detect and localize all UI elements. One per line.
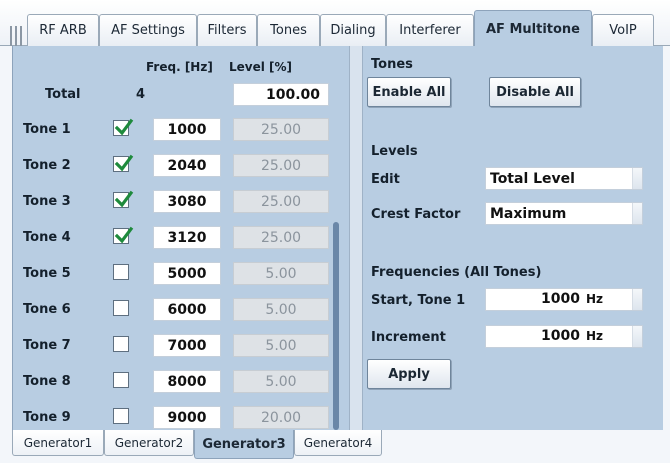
increment-label: Increment [371,330,446,345]
tone-checkbox[interactable] [113,226,134,244]
tone-label: Tone 5 [23,266,71,281]
tone-level-field: 5.00 [233,262,329,285]
grip-icon [10,26,26,46]
scrollbar-thumb[interactable] [333,222,339,430]
tab-generator1[interactable]: Generator1 [12,430,104,456]
tone-checkbox[interactable] [113,154,134,172]
tab-interferer[interactable]: Interferer [386,14,474,46]
tone-checkbox[interactable] [113,336,129,352]
tone-freq-field[interactable]: 6000 [153,298,221,321]
tab-af-multitone[interactable]: AF Multitone [474,10,592,47]
tone-label: Tone 7 [23,338,71,353]
start-frequency-unit: Hz [586,292,604,306]
tone-level-field: 25.00 [233,154,329,177]
edit-label: Edit [371,172,400,187]
tone-label: Tone 2 [23,158,71,173]
tone-list-panel: Freq. [Hz] Level [%] Total 4 100.00 Tone… [13,46,349,430]
tab-dialing[interactable]: Dialing [320,14,386,46]
tab-voip[interactable]: VoIP [592,14,654,46]
total-label: Total [45,87,81,102]
tone-freq-field[interactable]: 3080 [153,190,221,213]
apply-button[interactable]: Apply [367,359,451,389]
tone-level-field: 5.00 [233,370,329,393]
check-icon [114,190,134,208]
generator-tab-bar: Generator1 Generator2 Generator3 Generat… [0,430,670,463]
check-icon [114,154,134,172]
tone-level-field: 25.00 [233,118,329,141]
tone-label: Tone 9 [23,410,71,425]
increment-field[interactable]: 1000 Hz [485,325,643,348]
total-level-field[interactable]: 100.00 [233,83,329,106]
disable-all-button[interactable]: Disable All [489,77,581,107]
scrollbar-track[interactable] [349,46,363,430]
crest-factor-label: Crest Factor [371,207,461,222]
tab-generator2[interactable]: Generator2 [104,430,194,456]
tone-freq-field[interactable]: 9000 [153,406,221,429]
dropdown-arrow-icon [632,203,642,224]
dropdown-arrow-icon [632,326,642,347]
tab-generator3[interactable]: Generator3 [194,430,294,459]
frequencies-heading: Frequencies (All Tones) [371,265,542,280]
settings-panel: Tones Enable All Disable All Levels Edit… [363,46,663,430]
edit-dropdown[interactable]: Total Level [485,167,643,190]
tone-freq-field[interactable]: 7000 [153,334,221,357]
check-icon [114,226,134,244]
tone-level-field: 25.00 [233,226,329,249]
tab-af-settings[interactable]: AF Settings [99,14,197,46]
tone-freq-field[interactable]: 8000 [153,370,221,393]
column-header-level: Level [%] [229,60,293,74]
tone-checkbox[interactable] [113,264,129,280]
af-multitone-panel: Freq. [Hz] Level [%] Total 4 100.00 Tone… [12,46,663,430]
tone-level-field: 25.00 [233,190,329,213]
check-icon [114,118,134,136]
tab-bar: RF ARB AF Settings Filters Tones Dialing… [0,0,670,47]
tone-checkbox[interactable] [113,118,134,136]
tone-level-field: 5.00 [233,334,329,357]
increment-value: 1000 [541,328,580,344]
tone-freq-field[interactable]: 3120 [153,226,221,249]
tone-freq-field[interactable]: 2040 [153,154,221,177]
start-frequency-value: 1000 [541,291,580,307]
tone-label: Tone 4 [23,230,71,245]
tone-checkbox[interactable] [113,372,129,388]
tone-level-field: 20.00 [233,406,329,429]
tab-filters[interactable]: Filters [197,14,257,46]
tone-level-field: 5.00 [233,298,329,321]
start-tone-label: Start, Tone 1 [371,293,466,308]
tone-checkbox[interactable] [113,190,134,208]
tab-tones[interactable]: Tones [257,14,320,46]
tone-freq-field[interactable]: 1000 [153,118,221,141]
start-frequency-field[interactable]: 1000 Hz [485,288,643,311]
tone-label: Tone 6 [23,302,71,317]
increment-unit: Hz [586,329,604,343]
tone-label: Tone 8 [23,374,71,389]
edit-dropdown-value: Total Level [490,170,575,187]
enable-all-button[interactable]: Enable All [367,77,451,107]
tab-rf-arb[interactable]: RF ARB [27,14,99,46]
tones-heading: Tones [371,57,413,72]
crest-factor-dropdown[interactable]: Maximum [485,202,643,225]
total-count: 4 [136,87,146,102]
levels-heading: Levels [371,144,418,159]
crest-factor-dropdown-value: Maximum [490,205,567,222]
tone-checkbox[interactable] [113,408,129,424]
tone-checkbox[interactable] [113,300,129,316]
dropdown-arrow-icon [632,168,642,189]
tone-label: Tone 3 [23,194,71,209]
tone-label: Tone 1 [23,122,71,137]
tone-freq-field[interactable]: 5000 [153,262,221,285]
column-header-freq: Freq. [Hz] [146,60,213,74]
tab-generator4[interactable]: Generator4 [294,430,382,456]
dropdown-arrow-icon [632,289,642,310]
